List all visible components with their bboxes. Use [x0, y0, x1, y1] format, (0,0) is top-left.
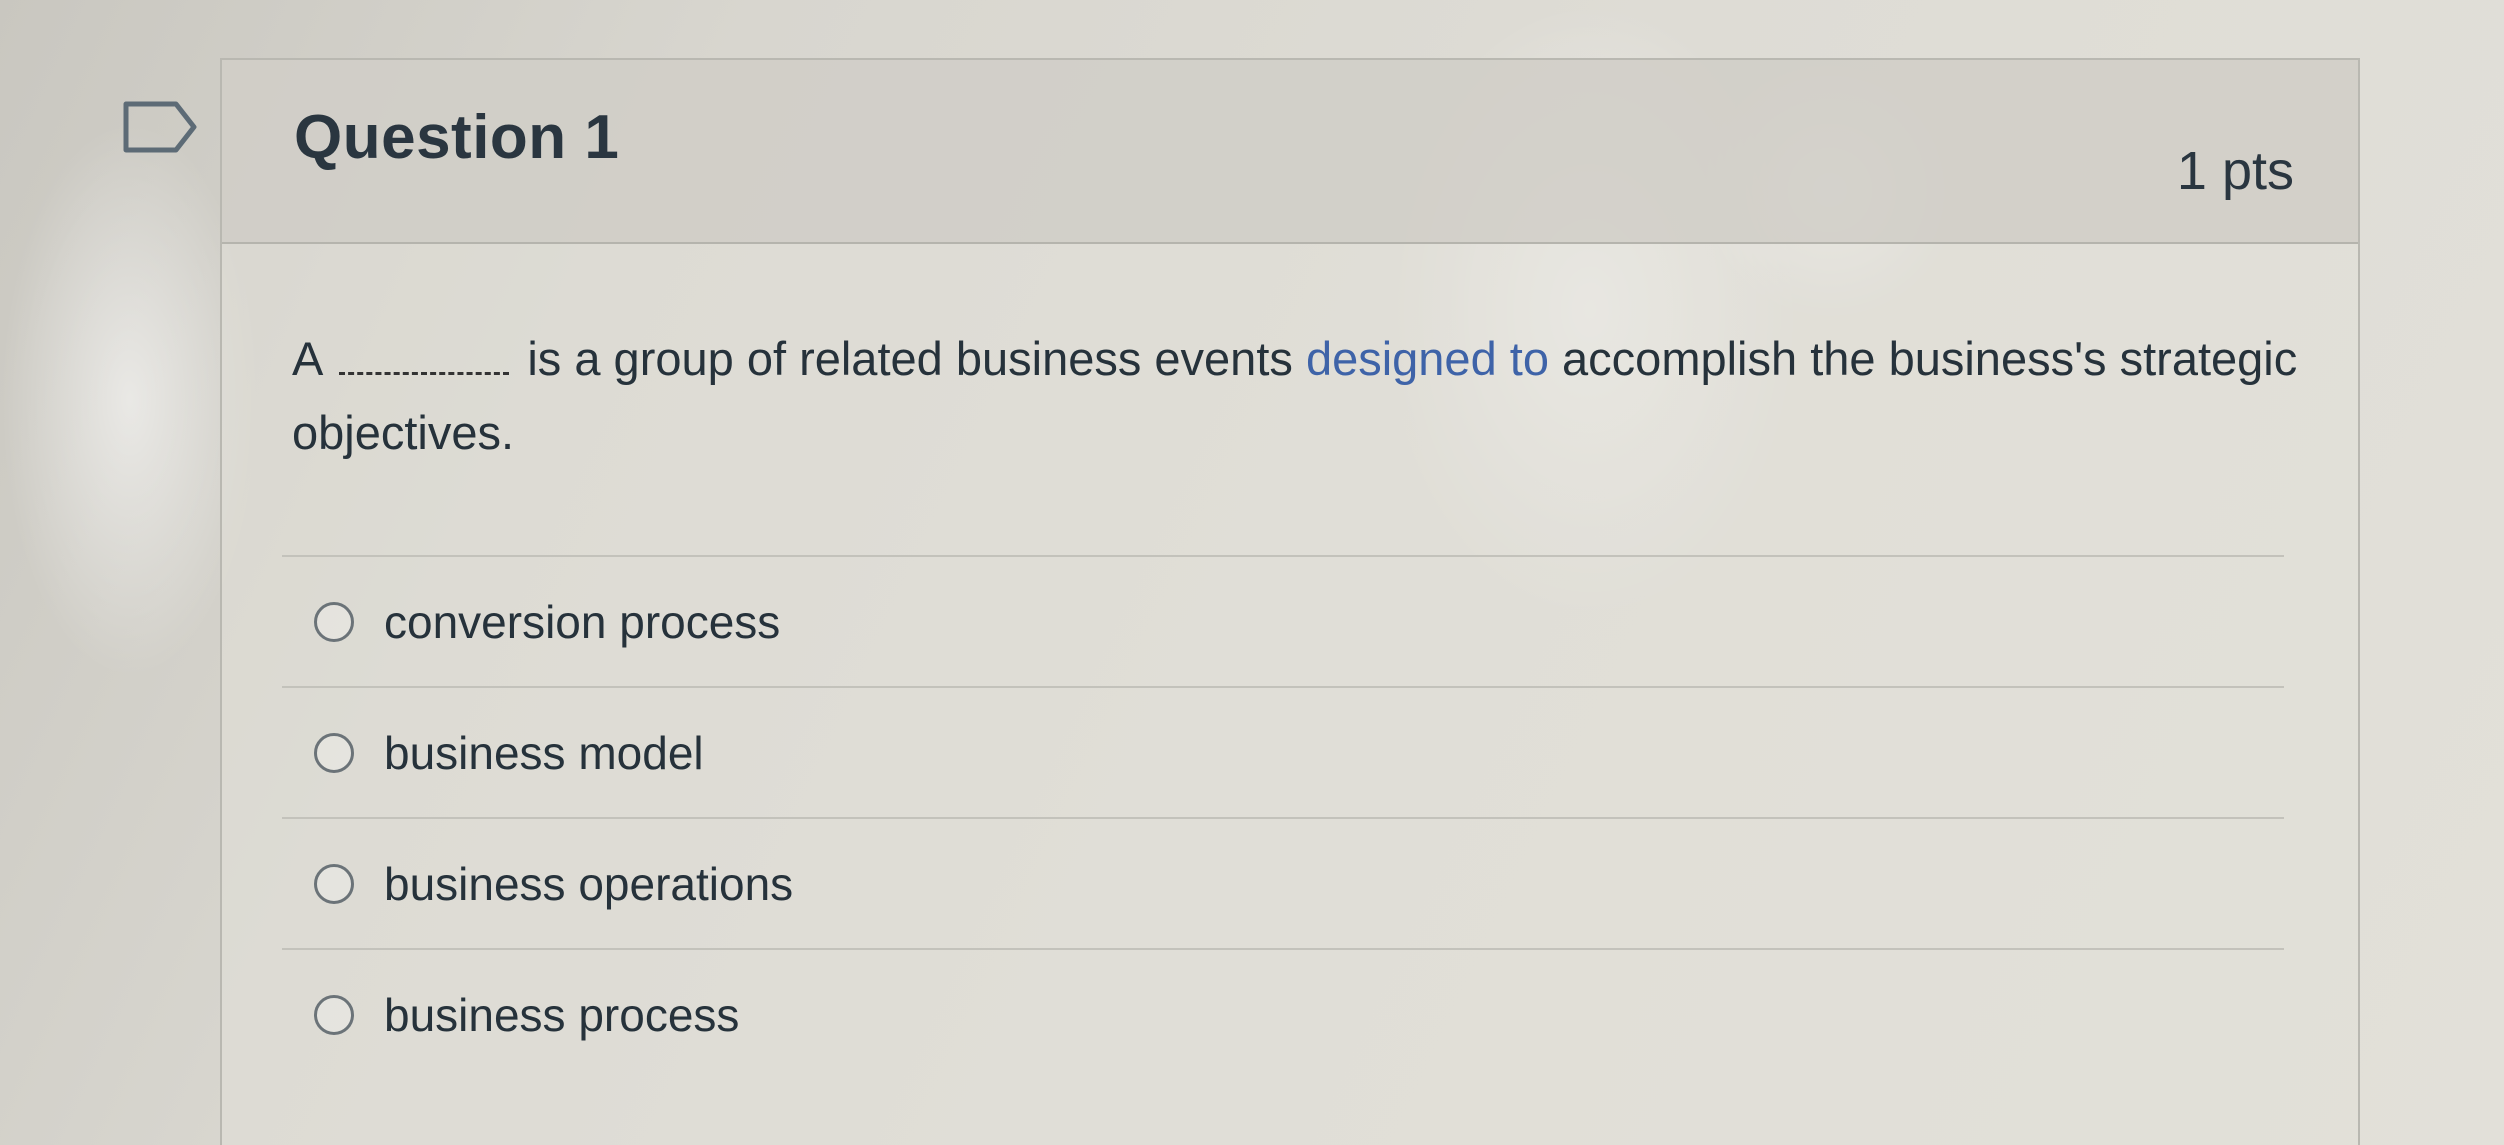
- question-text-middle: is a group of related business events: [527, 332, 1306, 385]
- radio-button[interactable]: [314, 601, 354, 642]
- question-text: Ais a group of related business events d…: [292, 322, 2302, 470]
- flag-question-button[interactable]: [122, 100, 198, 154]
- question-title: Question 1: [294, 103, 620, 172]
- question-text-start: A: [292, 332, 324, 385]
- question-header: Question 1 1 pts: [222, 60, 2358, 244]
- answer-option[interactable]: business process: [282, 948, 2284, 1079]
- radio-button[interactable]: [314, 863, 354, 904]
- question-text-accent: designed to: [1305, 332, 1549, 385]
- answer-label[interactable]: conversion process: [384, 595, 780, 649]
- radio-button[interactable]: [314, 994, 354, 1035]
- answer-option[interactable]: conversion process: [282, 555, 2284, 686]
- radio-button[interactable]: [314, 732, 354, 773]
- answer-option[interactable]: business model: [282, 686, 2284, 817]
- answer-list: conversion process business model busine…: [282, 555, 2284, 1079]
- bookmark-flag-icon: [123, 101, 197, 153]
- answer-label[interactable]: business operations: [384, 857, 793, 911]
- answer-label[interactable]: business process: [384, 988, 739, 1042]
- question-points: 1 pts: [2176, 141, 2294, 201]
- answer-label[interactable]: business model: [384, 726, 704, 780]
- fill-in-blank: [339, 339, 510, 375]
- answer-option[interactable]: business operations: [282, 817, 2284, 948]
- question-card: Question 1 1 pts Ais a group of related …: [220, 58, 2360, 1145]
